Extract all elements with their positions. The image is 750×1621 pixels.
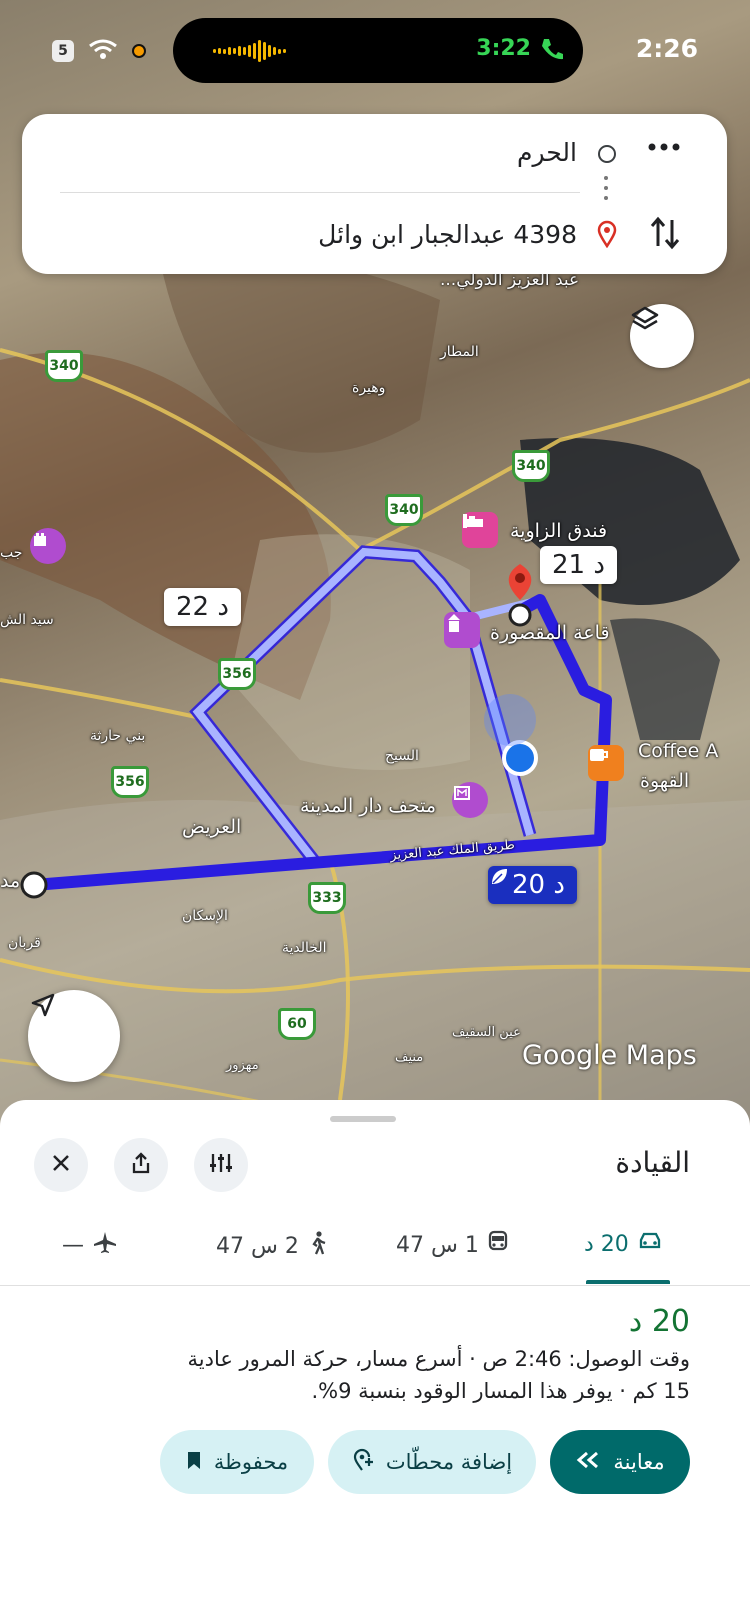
flight-icon — [92, 1230, 118, 1260]
map-label-bani-haritha: بني حارثة — [90, 728, 146, 744]
transit-icon — [487, 1230, 509, 1260]
my-location-button[interactable] — [28, 990, 120, 1082]
map-label-muneef: منيف — [395, 1050, 424, 1065]
road-shield: 340 — [45, 350, 83, 382]
road-shield: 333 — [308, 882, 346, 914]
map-label-uraydh: العريض — [182, 816, 242, 838]
road-shield: 356 — [218, 658, 256, 690]
map-label-qurban: قربان — [8, 935, 41, 951]
tune-icon — [209, 1152, 233, 1178]
swap-icon — [648, 216, 682, 256]
add-stops-button[interactable]: إضافة محطّات — [328, 1430, 536, 1494]
map-label-coffee-en: Coffee A — [638, 740, 719, 762]
call-timer: 3:22 — [476, 36, 531, 61]
map-watermark: Google Maps — [522, 1040, 697, 1071]
route-duration: 20 د — [628, 1304, 690, 1339]
double-chevron-left-icon — [575, 1450, 601, 1475]
arrival-info: وقت الوصول: 2:46 ص · أسرع مسار، حركة الم… — [187, 1347, 690, 1371]
directions-sheet: القيادة 20 د 1 س 47 2 س 47 — 20 د وقت ال… — [0, 1100, 750, 1621]
save-button[interactable]: محفوظة — [160, 1430, 314, 1494]
eta-bubble-alt-2[interactable]: 22 د — [164, 588, 241, 626]
museum-poi-icon[interactable] — [452, 782, 488, 818]
eta-bubble-selected[interactable]: 20 د — [488, 866, 577, 904]
share-button[interactable] — [114, 1138, 168, 1192]
walk-icon — [307, 1230, 327, 1262]
origin-circle-icon — [598, 145, 616, 163]
layers-button[interactable] — [630, 304, 694, 368]
phone-icon — [539, 36, 563, 66]
sheet-title: القيادة — [615, 1146, 690, 1179]
bookmark-icon — [186, 1450, 202, 1475]
close-icon — [51, 1153, 71, 1177]
destination-pin-icon — [596, 220, 618, 252]
map-label-mahzour: مهزور — [226, 1058, 259, 1073]
sheet-drag-handle[interactable] — [330, 1116, 396, 1122]
route-options-button[interactable] — [194, 1138, 248, 1192]
active-tab-indicator — [586, 1280, 670, 1284]
origin-field[interactable]: الحرم — [517, 138, 577, 167]
add-location-icon — [352, 1448, 374, 1477]
privacy-indicator-icon — [132, 44, 146, 58]
preview-label: معاينة — [613, 1450, 665, 1474]
hall-poi-icon[interactable] — [444, 612, 480, 648]
coffee-poi-icon[interactable] — [588, 745, 624, 781]
eta-selected-label: 20 د — [512, 870, 565, 900]
wifi-icon — [88, 38, 118, 64]
add-stops-label: إضافة محطّات — [385, 1450, 513, 1474]
map-label-iskan: الإسكان — [182, 908, 228, 924]
map-label-ain: عين السقيف — [452, 1025, 521, 1040]
tab-driving[interactable]: 20 د — [584, 1230, 663, 1258]
card-divider — [60, 192, 580, 193]
travel-mode-tabs: 20 د 1 س 47 2 س 47 — — [0, 1220, 750, 1286]
tab-flight-label: — — [62, 1232, 84, 1258]
tab-transit-label: 1 س 47 — [396, 1232, 479, 1258]
route-dots-icon — [604, 176, 608, 200]
status-bar: 5 3:22 2:26 — [0, 0, 750, 95]
road-shield: 60 — [278, 1008, 316, 1040]
tab-driving-label: 20 د — [584, 1231, 629, 1257]
preview-button[interactable]: معاينة — [550, 1430, 690, 1494]
save-label: محفوظة — [213, 1450, 289, 1474]
action-buttons: معاينة إضافة محطّات محفوظة — [160, 1430, 690, 1496]
sim-icon: 5 — [52, 40, 74, 62]
landmark-poi-icon[interactable] — [30, 528, 66, 564]
more-horizontal-icon — [647, 138, 681, 157]
map-label-matar: المطار — [440, 344, 479, 360]
close-button[interactable] — [34, 1138, 88, 1192]
map-label-sayed: سيد الش — [0, 612, 54, 628]
share-icon — [130, 1151, 152, 1179]
status-clock: 2:26 — [635, 34, 698, 63]
route-card: الحرم 4398 عبدالجبار ابن وائل — [22, 114, 727, 274]
map-label-hotel: فندق الزاوية — [510, 520, 608, 542]
dynamic-island[interactable]: 3:22 — [173, 18, 583, 83]
more-options-button[interactable] — [647, 138, 681, 157]
destination-field[interactable]: 4398 عبدالجبار ابن وائل — [318, 220, 577, 249]
road-shield: 356 — [111, 766, 149, 798]
eco-info: 15 كم · يوفر هذا المسار الوقود بنسبة 9%. — [311, 1379, 690, 1403]
hotel-poi-icon[interactable] — [462, 512, 498, 548]
map-label-khalidiya: الخالدية — [282, 940, 327, 956]
map-label-jabal: جب — [0, 545, 23, 561]
car-icon — [637, 1230, 663, 1258]
tab-transit[interactable]: 1 س 47 — [396, 1230, 509, 1260]
map-label-sabeel: السيح — [385, 748, 419, 764]
map-label-wahra: وهيرة — [352, 380, 386, 396]
audio-wave-icon — [213, 40, 286, 62]
road-shield: 340 — [385, 494, 423, 526]
eta-bubble-alt-1[interactable]: 21 د — [540, 546, 617, 584]
map-label-left-city: مد — [0, 870, 21, 892]
tab-walking-label: 2 س 47 — [216, 1233, 299, 1259]
map-label-hall: قاعة المقصورة — [490, 622, 610, 644]
swap-route-button[interactable] — [648, 214, 682, 256]
map-label-coffee-ar: القهوة — [640, 770, 690, 792]
map-label-museum: متحف دار المدينة — [300, 795, 437, 817]
tab-walking[interactable]: 2 س 47 — [216, 1230, 327, 1262]
road-shield: 340 — [512, 450, 550, 482]
route-summary: 20 د وقت الوصول: 2:46 ص · أسرع مسار، حرك… — [40, 1304, 690, 1411]
tab-flight[interactable]: — — [62, 1230, 118, 1260]
